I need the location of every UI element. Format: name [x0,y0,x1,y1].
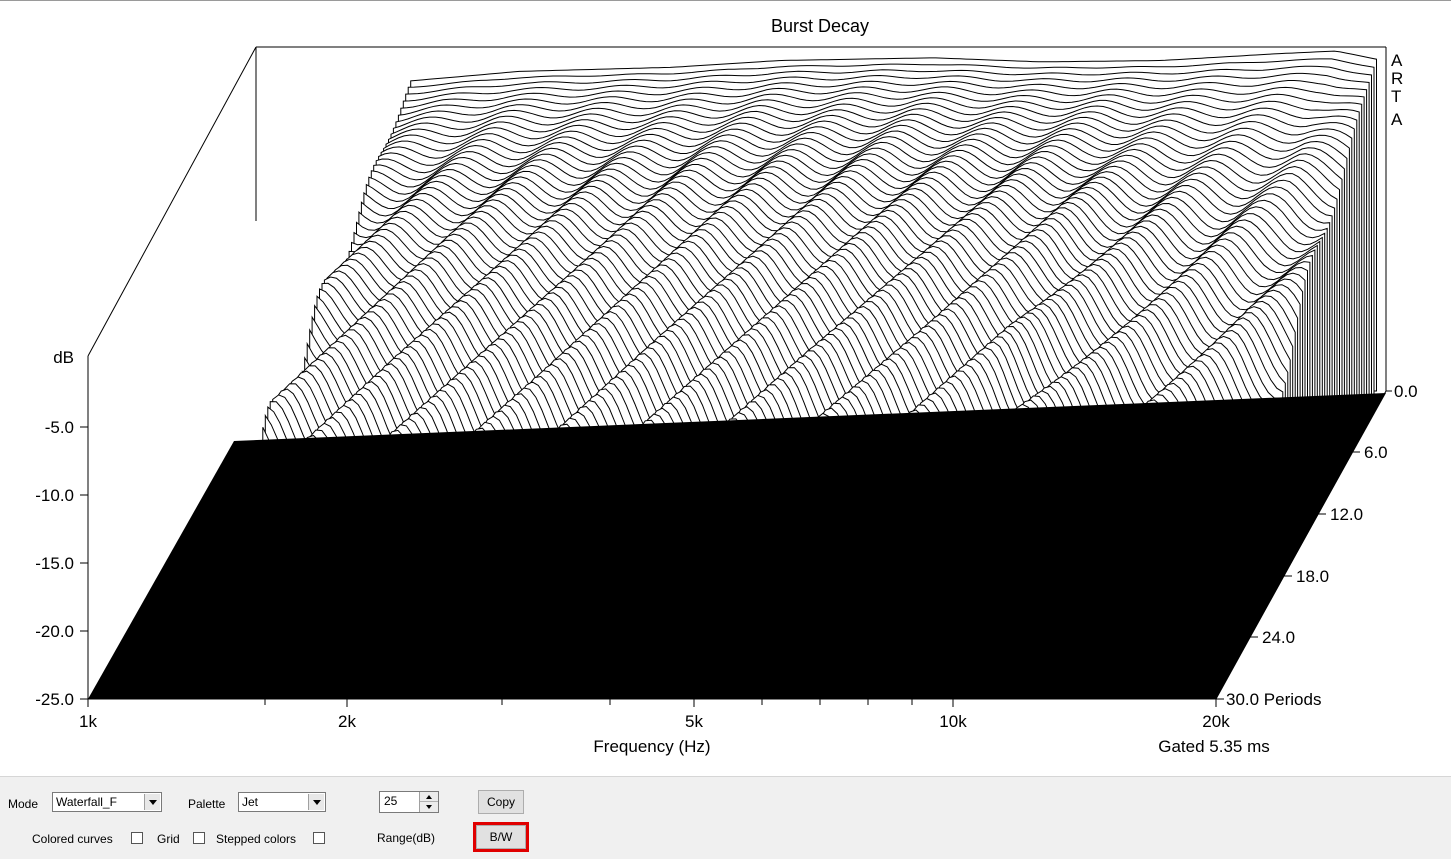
copy-button[interactable]: Copy [478,790,524,814]
logo-letter: A [1391,110,1403,129]
stepped-colors-checkbox[interactable] [313,832,325,844]
y-tick-label: -15.0 [35,554,74,573]
left-diagonal-edge [87,46,257,357]
chevron-down-icon [148,799,157,805]
z-tick-label: 6.0 [1364,443,1388,462]
x-tick-label: 10k [939,712,967,731]
range-spin-buttons [419,792,438,812]
range-spinner[interactable]: 25 [379,791,439,813]
logo-letter: A [1391,51,1403,70]
stepped-colors-label: Stepped colors [216,832,297,846]
range-label: Range(dB) [377,831,436,845]
arrow-down-icon [426,805,432,809]
z-tick-label: 12.0 [1330,505,1363,524]
z-tick-label: 18.0 [1296,567,1329,586]
x-axis-label: Frequency (Hz) [593,737,710,756]
palette-label: Palette [188,797,226,811]
z-tick-label: 30.0 Periods [1226,690,1321,709]
waterfall-plot-area: -5.0 -10.0 -15.0 -20.0 -25.0 dB 1k 2k 5k… [0,0,1451,776]
mode-label: Mode [8,797,39,811]
control-panel: Mode Waterfall_F Palette Jet 25 Copy Col… [0,776,1451,859]
chart-title: Burst Decay [771,16,869,36]
range-value[interactable]: 25 [384,794,397,808]
copy-label: Copy [486,795,515,809]
colored-curves-label: Colored curves [32,832,113,846]
y-axis-label: dB [53,348,74,367]
x-tick-label: 2k [338,712,356,731]
logo-letter: R [1391,69,1403,88]
chevron-down-icon [312,799,321,805]
x-tick-label: 1k [79,712,97,731]
spin-up-button[interactable] [420,792,438,802]
logo-letter: T [1391,87,1401,106]
y-tick-label: -25.0 [35,690,74,709]
x-tick-label: 5k [685,712,703,731]
y-tick-label: -20.0 [35,622,74,641]
y-tick-label: -10.0 [35,486,74,505]
y-axis-ticks: -5.0 -10.0 -15.0 -20.0 -25.0 dB [35,348,88,709]
x-tick-label: 20k [1202,712,1230,731]
mode-value: Waterfall_F [56,795,117,809]
spin-down-button[interactable] [420,802,438,812]
z-tick-label: 0.0 [1394,382,1418,401]
colored-curves-checkbox[interactable] [131,832,143,844]
mode-dropdown-button[interactable] [144,794,160,810]
grid-label: Grid [157,832,180,846]
bw-label: B/W [489,830,513,844]
palette-select[interactable]: Jet [238,792,326,812]
gated-label: Gated 5.35 ms [1158,737,1270,756]
grid-checkbox[interactable] [193,832,205,844]
palette-value: Jet [242,795,259,809]
palette-dropdown-button[interactable] [308,794,324,810]
mode-select[interactable]: Waterfall_F [52,792,162,812]
arta-logo: A R T A [1391,51,1403,129]
bw-button[interactable]: B/W [473,822,529,852]
y-tick-label: -5.0 [45,418,74,437]
burst-decay-chart: -5.0 -10.0 -15.0 -20.0 -25.0 dB 1k 2k 5k… [35,16,1418,756]
x-axis-ticks: 1k 2k 5k 10k 20k Frequency (Hz) Gated 5.… [79,699,1270,756]
arrow-up-icon [426,794,432,799]
z-tick-label: 24.0 [1262,628,1295,647]
